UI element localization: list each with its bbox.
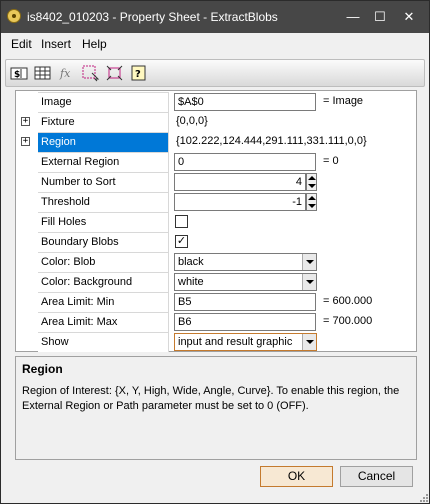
threshold-input[interactable]: -1 xyxy=(174,193,306,211)
property-label[interactable]: Color: Blob xyxy=(38,252,169,272)
chevron-down-icon[interactable] xyxy=(302,254,316,270)
menu-bar: Edit Insert Help xyxy=(1,33,429,55)
select-region-icon[interactable] xyxy=(81,64,101,82)
boundary-blobs-checkbox[interactable]: ✓ xyxy=(175,235,188,248)
resize-grip-icon[interactable] xyxy=(419,493,429,503)
resolved-value: = Image xyxy=(323,95,364,107)
area-limit-min-input[interactable]: B5 xyxy=(174,293,316,311)
property-row-region[interactable]: + Region {102.222,124.444,291.111,331.111,… xyxy=(16,132,416,152)
spin-button[interactable] xyxy=(306,193,317,211)
property-row-boundary-blobs[interactable]: Boundary Blobs ✓ xyxy=(16,232,416,252)
insert-reference-icon[interactable]: $ xyxy=(10,64,30,82)
resolved-value: = 0 xyxy=(323,155,339,167)
table-icon[interactable] xyxy=(33,64,53,82)
help-title: Region xyxy=(22,362,63,376)
property-label[interactable]: Area Limit: Min xyxy=(38,292,169,312)
expand-icon[interactable]: + xyxy=(21,137,30,146)
resolved-value: = 700.000 xyxy=(323,315,373,327)
menu-edit[interactable]: Edit xyxy=(11,37,32,51)
show-select[interactable]: input and result graphic xyxy=(174,333,317,351)
cancel-button[interactable]: Cancel xyxy=(340,466,413,487)
chevron-down-icon[interactable] xyxy=(302,334,316,350)
spin-up-icon[interactable] xyxy=(308,196,316,200)
number-to-sort-input[interactable]: 4 xyxy=(174,173,306,191)
area-limit-max-input[interactable]: B6 xyxy=(174,313,316,331)
property-row-fill-holes[interactable]: Fill Holes xyxy=(16,212,416,232)
function-icon[interactable]: fx xyxy=(57,64,77,82)
window-title: is8402_010203 - Property Sheet - Extract… xyxy=(27,10,278,24)
property-label[interactable]: External Region xyxy=(38,152,169,172)
spin-up-icon[interactable] xyxy=(308,176,316,180)
minimize-button[interactable]: — xyxy=(343,7,363,27)
property-label[interactable]: Boundary Blobs xyxy=(38,232,169,252)
property-row-threshold[interactable]: Threshold -1 xyxy=(16,192,416,212)
property-label[interactable]: Color: Background xyxy=(38,272,169,292)
property-label[interactable]: Region xyxy=(38,132,169,152)
property-row-area-limit-max[interactable]: Area Limit: Max B6 = 700.000 xyxy=(16,312,416,332)
property-row-color-blob[interactable]: Color: Blob black xyxy=(16,252,416,272)
property-row-area-limit-min[interactable]: Area Limit: Min B5 = 600.000 xyxy=(16,292,416,312)
property-row-external-region[interactable]: External Region 0 = 0 xyxy=(16,152,416,172)
property-label[interactable]: Fill Holes xyxy=(38,212,169,232)
property-label[interactable]: Area Limit: Max xyxy=(38,312,169,332)
property-label[interactable]: Image xyxy=(38,92,169,112)
spin-down-icon[interactable] xyxy=(308,204,316,208)
menu-insert[interactable]: Insert xyxy=(41,37,71,51)
fit-region-icon[interactable] xyxy=(105,64,125,82)
fill-holes-checkbox[interactable] xyxy=(175,215,188,228)
spin-down-icon[interactable] xyxy=(308,184,316,188)
property-row-color-background[interactable]: Color: Background white xyxy=(16,272,416,292)
spin-button[interactable] xyxy=(306,173,317,191)
expand-icon[interactable]: + xyxy=(21,117,30,126)
ok-button[interactable]: OK xyxy=(260,466,333,487)
property-sheet-window: is8402_010203 - Property Sheet - Extract… xyxy=(0,0,430,504)
close-button[interactable]: ✕ xyxy=(399,7,419,27)
svg-text:fx: fx xyxy=(59,67,71,80)
property-row-number-to-sort[interactable]: Number to Sort 4 xyxy=(16,172,416,192)
select-value: input and result graphic xyxy=(178,336,293,348)
svg-text:?: ? xyxy=(135,69,141,80)
select-value: black xyxy=(178,256,204,268)
property-grid: Image $A$0 = Image + Fixture {0,0,0} + Region {1… xyxy=(15,90,417,352)
external-region-input[interactable]: 0 xyxy=(174,153,316,171)
property-row-fixture[interactable]: + Fixture {0,0,0} xyxy=(16,112,416,132)
chevron-down-icon[interactable] xyxy=(302,274,316,290)
help-text: Region of Interest: {X, Y, High, Wide, A… xyxy=(22,385,400,412)
property-label[interactable]: Threshold xyxy=(38,192,169,212)
maximize-button[interactable]: ☐ xyxy=(370,7,390,27)
property-label[interactable]: Show xyxy=(38,332,169,352)
menu-help[interactable]: Help xyxy=(82,37,107,51)
select-value: white xyxy=(178,276,204,288)
resolved-value: = 600.000 xyxy=(323,295,373,307)
property-row-show[interactable]: Show input and result graphic xyxy=(16,332,416,352)
property-label[interactable]: Number to Sort xyxy=(38,172,169,192)
property-value[interactable]: {0,0,0} xyxy=(176,115,208,127)
app-icon xyxy=(7,9,21,23)
property-value[interactable]: {102.222,124.444,291.111,331.111,0,0} xyxy=(176,135,367,147)
svg-text:$: $ xyxy=(14,70,20,80)
image-input[interactable]: $A$0 xyxy=(174,93,316,111)
help-panel: Region Region of Interest: {X, Y, High, … xyxy=(15,356,417,460)
property-label[interactable]: Fixture xyxy=(38,112,169,132)
help-icon[interactable]: ? xyxy=(129,64,149,82)
color-blob-select[interactable]: black xyxy=(174,253,317,271)
property-row-image[interactable]: Image $A$0 = Image xyxy=(16,92,416,112)
color-background-select[interactable]: white xyxy=(174,273,317,291)
toolbar: $ fx ? xyxy=(5,59,425,87)
title-bar[interactable]: is8402_010203 - Property Sheet - Extract… xyxy=(1,1,429,33)
